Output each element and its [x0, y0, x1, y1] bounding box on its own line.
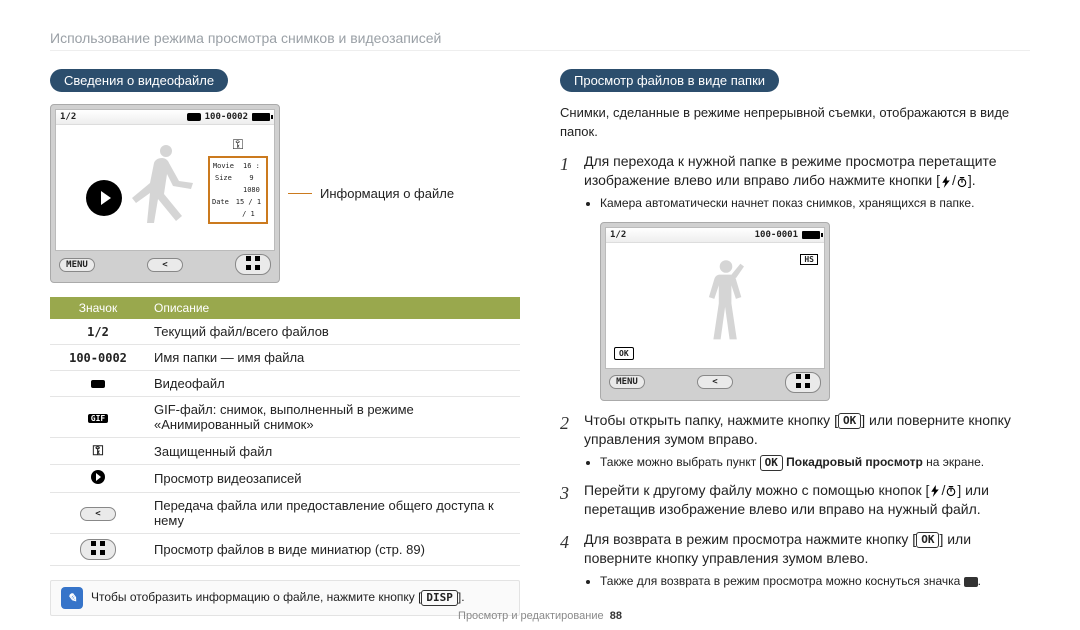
step-1: Для перехода к нужной папке в режиме про… — [560, 152, 1030, 212]
step-1-sub: Камера автоматически начнет показ снимко… — [600, 195, 1030, 212]
step-3: Перейти к другому файлу можно с помощью … — [560, 481, 1030, 520]
hs-badge: HS — [800, 254, 818, 265]
dancer-silhouette — [116, 140, 216, 240]
play-button[interactable] — [86, 180, 122, 216]
callout-label: Информация о файле — [320, 186, 454, 201]
battery-icon — [802, 231, 820, 239]
thumbnail-button[interactable] — [235, 254, 271, 275]
camera-lcd-video: 1/2 100-0002 ⚿ — [50, 104, 280, 283]
folder-icon — [964, 577, 978, 587]
th-desc: Описание — [146, 297, 520, 319]
flash-key-icon — [940, 176, 952, 188]
grid-icon — [91, 541, 105, 555]
lcd-counter: 1/2 — [60, 112, 76, 122]
share-button[interactable] — [697, 375, 733, 389]
step-4-sub: Также для возврата в режим просмотра мож… — [600, 573, 1030, 590]
timer-key-icon — [945, 485, 957, 497]
battery-icon — [252, 113, 270, 121]
table-row: ⚿Защищенный файл — [50, 438, 520, 465]
table-row: Просмотр видеозаписей — [50, 465, 520, 493]
intro-text: Снимки, сделанные в режиме непрерывной с… — [560, 104, 1030, 142]
share-button[interactable] — [147, 258, 183, 272]
film-icon — [91, 380, 105, 388]
ok-key: OK — [916, 532, 939, 548]
flash-key-icon — [929, 485, 941, 497]
lcd-fileno: 100-0002 — [205, 112, 248, 122]
play-icon — [91, 470, 105, 484]
table-row: 1/2Текущий файл/всего файлов — [50, 319, 520, 345]
ok-label[interactable]: OK — [614, 347, 634, 360]
share-icon — [95, 509, 100, 519]
ok-key: OK — [838, 413, 861, 429]
step-2: Чтобы открыть папку, нажмите кнопку [OK]… — [560, 411, 1030, 471]
menu-button[interactable]: MENU — [59, 258, 95, 272]
page-footer: Просмотр и редактирование 88 — [0, 610, 1080, 622]
step-2-sub: Также можно выбрать пункт OK Покадровый … — [600, 454, 1030, 471]
timer-key-icon — [956, 176, 968, 188]
callout-line — [288, 193, 312, 194]
disp-key: DISP — [421, 590, 458, 606]
grid-icon — [246, 256, 260, 270]
camera-lcd-folder: 1/2 100-0001 HS OK MENU — [600, 222, 830, 401]
share-icon — [162, 260, 167, 270]
section-title-right: Просмотр файлов в виде папки — [560, 69, 779, 92]
table-row: Просмотр файлов в виде миниатюр (стр. 89… — [50, 534, 520, 566]
ok-key-inline: OK — [760, 455, 783, 471]
table-row: Передача файла или предоставление общего… — [50, 493, 520, 534]
thumbnail-button[interactable] — [785, 372, 821, 393]
lock-icon: ⚿ — [208, 138, 268, 152]
child-silhouette — [681, 253, 771, 353]
icon-description-table: Значок Описание 1/2Текущий файл/всего фа… — [50, 297, 520, 566]
info-icon: ✎ — [61, 587, 83, 609]
share-icon — [712, 377, 717, 387]
menu-button[interactable]: MENU — [609, 375, 645, 389]
file-info-box: Movie Size16 : 9 1080 Date15 / 1 / 1 — [208, 156, 268, 224]
grid-icon — [796, 374, 810, 388]
lock-icon: ⚿ — [93, 443, 104, 459]
lcd-fileno: 100-0001 — [755, 230, 798, 240]
table-row: GIFGIF-файл: снимок, выполненный в режим… — [50, 397, 520, 438]
gif-icon: GIF — [88, 414, 108, 423]
th-icon: Значок — [50, 297, 146, 319]
film-icon — [187, 113, 201, 121]
table-row: Видеофайл — [50, 371, 520, 397]
lcd-counter: 1/2 — [610, 230, 626, 240]
table-row: 100-0002Имя папки — имя файла — [50, 345, 520, 371]
step-4: Для возврата в режим просмотра нажмите к… — [560, 530, 1030, 590]
section-title-left: Сведения о видеофайле — [50, 69, 228, 92]
breadcrumb: Использование режима просмотра снимков и… — [50, 30, 1030, 51]
